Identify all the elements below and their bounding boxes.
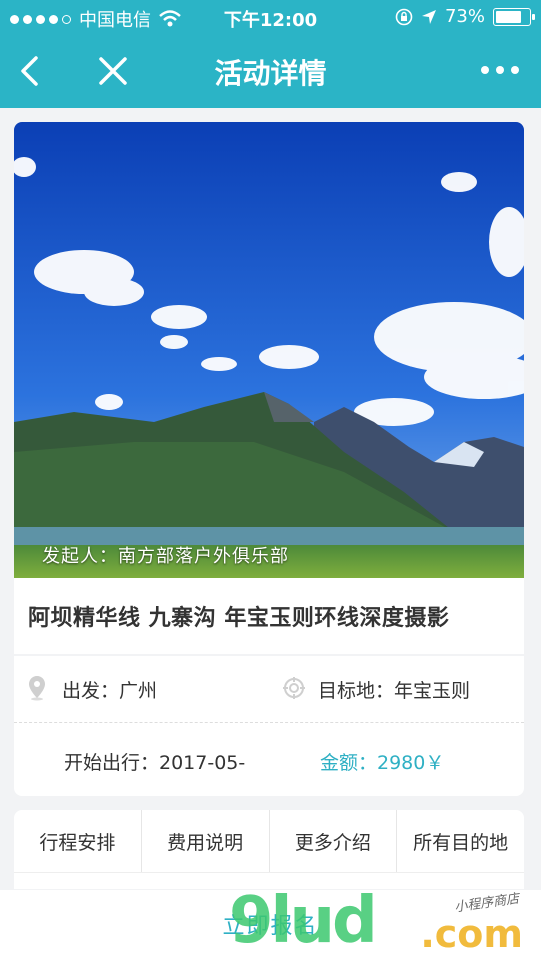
page-title: 活动详情 (214, 57, 327, 90)
nav-bar: 活动详情 (0, 34, 541, 108)
tab-content-area (14, 872, 524, 889)
tab-all-destinations[interactable]: 所有目的地 (397, 810, 524, 872)
location-pin-icon (29, 676, 45, 701)
status-right: 73% (395, 6, 535, 27)
start-date-label: 开始出行：2017-05- (64, 752, 246, 774)
more-dots-icon[interactable] (481, 66, 519, 74)
activity-title-card: 阿坝精华线 九寨沟 年宝玉则环线深度摄影 (14, 578, 524, 654)
mountain-landscape-image (14, 122, 524, 578)
amount-label: 金额：2980￥ (320, 752, 445, 774)
battery-percent: 73% (444, 6, 485, 27)
location-arrow-icon (421, 9, 436, 24)
activity-info-card: 出发：广州 目标地：年宝玉则 开始出行：2017-05- 金额：2980￥ (14, 656, 524, 796)
destination-label: 目标地：年宝玉则 (318, 680, 471, 702)
detail-tabs: 行程安排 费用说明 更多介绍 所有目的地 (14, 810, 524, 872)
rotation-lock-icon (395, 8, 413, 25)
tab-fees[interactable]: 费用说明 (142, 810, 270, 872)
status-bar: 中国电信 下午12:00 73% (0, 0, 541, 34)
target-icon (283, 677, 305, 699)
signup-button[interactable]: 立即报名 (0, 908, 541, 940)
tab-more-info[interactable]: 更多介绍 (270, 810, 398, 872)
organizer-label: 发起人：南方部落户外俱乐部 (42, 546, 289, 567)
info-row-location: 出发：广州 目标地：年宝玉则 (14, 656, 524, 723)
activity-title: 阿坝精华线 九寨沟 年宝玉则环线深度摄影 (28, 606, 450, 631)
hero-image: 发起人：南方部落户外俱乐部 (14, 122, 524, 578)
battery-icon (493, 7, 535, 26)
departure-label: 出发：广州 (62, 680, 158, 702)
bottom-bar: 立即报名 (0, 890, 541, 960)
tab-itinerary[interactable]: 行程安排 (14, 810, 142, 872)
